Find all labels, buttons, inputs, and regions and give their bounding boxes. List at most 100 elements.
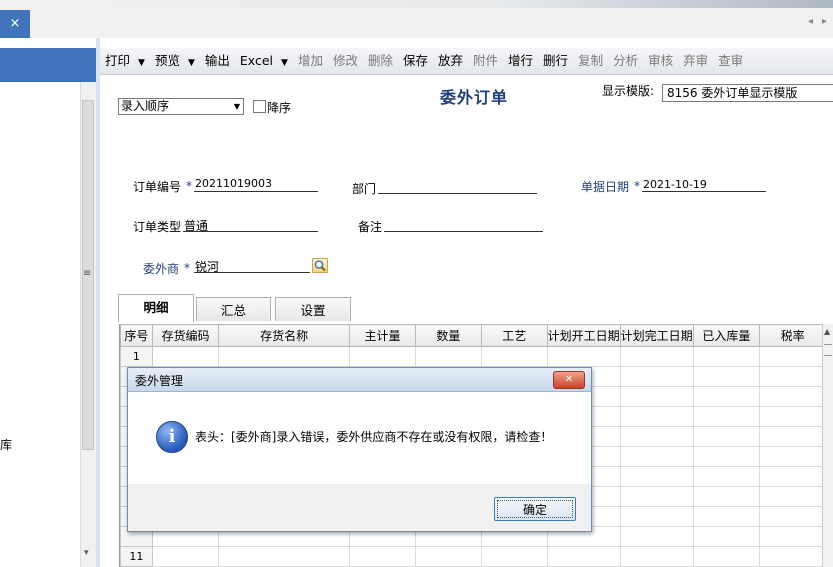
- grid-cell[interactable]: [619, 526, 694, 547]
- grid-cell[interactable]: [151, 546, 220, 567]
- order-no-field[interactable]: [194, 191, 318, 192]
- column-header[interactable]: 主计量: [348, 324, 417, 347]
- grid-cell[interactable]: [692, 546, 761, 567]
- grid-cell[interactable]: [759, 406, 826, 427]
- grid-cell[interactable]: [759, 466, 826, 487]
- grid-scroll-thumb[interactable]: [824, 344, 832, 356]
- tab-2[interactable]: 设置: [275, 297, 351, 321]
- grid-cell[interactable]: [692, 506, 761, 527]
- toolbar-button[interactable]: 保存: [398, 50, 433, 72]
- grid-cell[interactable]: [348, 346, 417, 367]
- dialog-title-bar[interactable]: 委外管理 ✕: [128, 368, 591, 392]
- toolbar-button[interactable]: 放弃: [433, 50, 468, 72]
- grid-cell[interactable]: [692, 426, 761, 447]
- toolbar-button[interactable]: 增加: [293, 50, 328, 72]
- grid-cell[interactable]: [619, 346, 694, 367]
- grid-cell[interactable]: [218, 346, 350, 367]
- toolbar-button[interactable]: Excel ▼: [235, 50, 293, 72]
- dialog-close-button[interactable]: ✕: [553, 371, 585, 389]
- column-header[interactable]: 序号: [120, 324, 153, 347]
- grid-cell[interactable]: [692, 346, 761, 367]
- toolbar-button[interactable]: 删行: [538, 50, 573, 72]
- grid-cell[interactable]: [759, 426, 826, 447]
- grid-cell[interactable]: [151, 346, 220, 367]
- column-header[interactable]: 数量: [415, 324, 482, 347]
- grid-scrollbar[interactable]: ▲: [822, 324, 833, 567]
- toolbar-button[interactable]: 查审: [713, 50, 748, 72]
- grid-cell[interactable]: [759, 546, 826, 567]
- toolbar-button[interactable]: 分析: [608, 50, 643, 72]
- vendor-lookup-button[interactable]: [312, 258, 328, 273]
- doc-date-field[interactable]: [642, 191, 766, 192]
- grid-cell[interactable]: [619, 486, 694, 507]
- grid-cell[interactable]: [218, 546, 350, 567]
- grid-cell[interactable]: [759, 506, 826, 527]
- remark-field[interactable]: [384, 231, 543, 232]
- grid-cell[interactable]: [619, 406, 694, 427]
- dropdown-arrow-icon[interactable]: ▼: [138, 58, 145, 68]
- grid-cell[interactable]: [692, 486, 761, 507]
- grid-cell[interactable]: [692, 386, 761, 407]
- toolbar-button[interactable]: 打印 ▼: [100, 50, 150, 72]
- toolbar-button[interactable]: 附件: [468, 50, 503, 72]
- grid-cell[interactable]: [692, 526, 761, 547]
- grid-cell[interactable]: [759, 386, 826, 407]
- column-header[interactable]: 税率: [759, 324, 826, 347]
- grid-cell[interactable]: [692, 446, 761, 467]
- grid-cell[interactable]: [619, 506, 694, 527]
- tab-scroll-left-icon[interactable]: ◂: [808, 16, 813, 27]
- grid-cell[interactable]: [759, 446, 826, 467]
- toolbar-button[interactable]: 修改: [328, 50, 363, 72]
- vendor-field[interactable]: [194, 272, 310, 273]
- grid-cell[interactable]: [619, 466, 694, 487]
- panel-splitter[interactable]: [96, 38, 100, 567]
- grid-cell[interactable]: [480, 346, 548, 367]
- tab-0[interactable]: 明细: [118, 294, 194, 322]
- toolbar-button[interactable]: 弃审: [678, 50, 713, 72]
- column-header[interactable]: 计划开工日期: [546, 324, 621, 347]
- grid-cell[interactable]: [692, 366, 761, 387]
- tab-scroll-right-icon[interactable]: ▸: [822, 16, 827, 27]
- grid-cell[interactable]: [759, 526, 826, 547]
- column-header[interactable]: 已入库量: [692, 324, 761, 347]
- left-nav-item[interactable]: 库: [0, 436, 12, 453]
- scroll-up-icon[interactable]: ▲: [824, 327, 830, 336]
- grid-cell[interactable]: [619, 446, 694, 467]
- template-select[interactable]: 8156 委外订单显示模版: [662, 84, 833, 102]
- grid-cell[interactable]: [692, 406, 761, 427]
- grid-cell[interactable]: [759, 486, 826, 507]
- tab-1[interactable]: 汇总: [196, 297, 271, 321]
- column-header[interactable]: 存货名称: [218, 324, 350, 347]
- ok-button[interactable]: 确定: [494, 497, 576, 521]
- toolbar-button[interactable]: 输出: [200, 50, 235, 72]
- dept-field[interactable]: [378, 193, 537, 194]
- grid-cell[interactable]: [759, 346, 826, 367]
- grid-cell[interactable]: [619, 386, 694, 407]
- grid-cell[interactable]: [480, 546, 548, 567]
- descending-checkbox[interactable]: [253, 100, 266, 113]
- grid-cell[interactable]: [619, 426, 694, 447]
- grid-cell[interactable]: [619, 366, 694, 387]
- sort-order-select[interactable]: 录入顺序 ▼: [118, 98, 244, 115]
- column-header[interactable]: 工艺: [480, 324, 548, 347]
- grid-cell[interactable]: [415, 346, 482, 367]
- toolbar-button[interactable]: 增行: [503, 50, 538, 72]
- dropdown-arrow-icon[interactable]: ▼: [281, 58, 288, 68]
- grid-cell[interactable]: [759, 366, 826, 387]
- grid-cell[interactable]: [546, 346, 621, 367]
- toolbar-button[interactable]: 删除: [363, 50, 398, 72]
- grid-cell[interactable]: [619, 546, 694, 567]
- grid-cell[interactable]: [692, 466, 761, 487]
- column-header[interactable]: 计划完工日期: [619, 324, 694, 347]
- column-header[interactable]: 存货编码: [151, 324, 220, 347]
- table-row[interactable]: 11: [120, 546, 826, 567]
- toolbar-button[interactable]: 审核: [643, 50, 678, 72]
- grid-cell[interactable]: [546, 546, 621, 567]
- grid-cell[interactable]: [348, 546, 417, 567]
- scroll-down-icon[interactable]: ▾: [84, 548, 89, 558]
- close-tab-button[interactable]: ×: [0, 10, 30, 38]
- grid-cell[interactable]: [415, 546, 482, 567]
- order-type-field[interactable]: [183, 231, 318, 232]
- dropdown-arrow-icon[interactable]: ▼: [188, 58, 195, 68]
- toolbar-button[interactable]: 复制: [573, 50, 608, 72]
